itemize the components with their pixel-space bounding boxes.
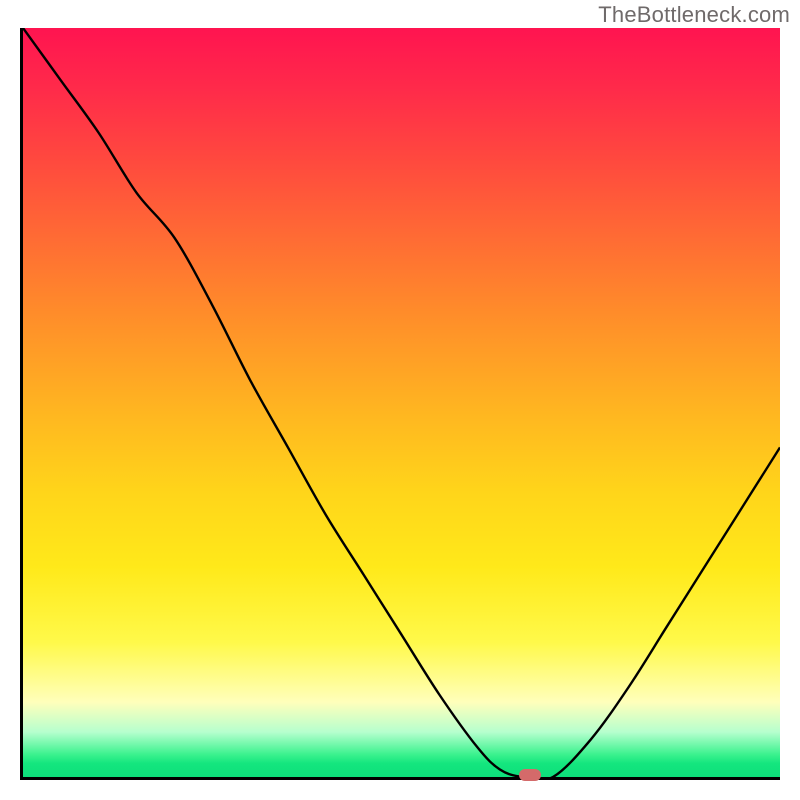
plot-area (20, 28, 780, 780)
watermark-text: TheBottleneck.com (598, 2, 790, 28)
optimal-point-marker (519, 769, 541, 781)
bottleneck-curve (23, 28, 780, 777)
chart-container: TheBottleneck.com (0, 0, 800, 800)
